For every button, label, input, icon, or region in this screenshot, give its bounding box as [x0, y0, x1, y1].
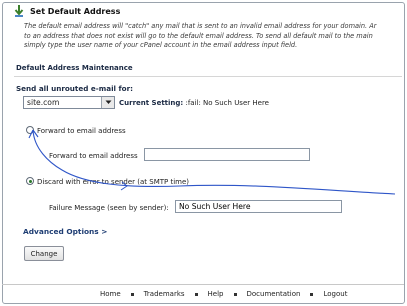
footer-separator — [233, 292, 237, 296]
footer-link-documentation[interactable]: Documentation — [247, 290, 301, 298]
page-header: Set Default Address — [14, 2, 120, 20]
failure-message-input[interactable] — [175, 200, 342, 213]
forward-option-label[interactable]: Forward to email address — [37, 127, 126, 135]
footer-link-logout[interactable]: Logout — [323, 290, 347, 298]
discard-radio[interactable] — [26, 177, 34, 185]
footer-link-home[interactable]: Home — [100, 290, 121, 298]
description-line: simply type the user name of your cPanel… — [24, 41, 298, 50]
current-setting: Current Setting: :fail: No Such User Her… — [119, 99, 269, 107]
footer-nav: Home Trademarks Help Documentation Logou… — [100, 290, 347, 298]
forward-radio[interactable] — [26, 126, 34, 134]
chevron-right-icon: > — [101, 227, 108, 236]
change-button[interactable]: Change — [24, 246, 64, 261]
current-setting-label: Current Setting — [119, 99, 181, 107]
page-description: The default email address will "catch" a… — [24, 22, 404, 51]
footer-separator — [194, 292, 198, 296]
section-title: Default Address Maintenance — [16, 64, 133, 72]
footer-separator — [130, 292, 134, 296]
chevron-down-icon[interactable] — [101, 97, 114, 108]
domain-select-value: site.com — [27, 98, 60, 107]
domain-select[interactable]: site.com — [23, 96, 115, 109]
footer-separator — [310, 292, 314, 296]
footer-divider — [2, 284, 404, 285]
mail-download-icon — [14, 4, 24, 18]
send-unrouted-label: Send all unrouted e-mail for: — [16, 84, 133, 93]
advanced-options-label[interactable]: Advanced Options — [23, 227, 99, 236]
description-line: The default email address will "catch" a… — [24, 22, 377, 30]
discard-option-label[interactable]: Discard with error to sender (at SMTP ti… — [37, 178, 189, 186]
failure-message-label: Failure Message (seen by sender): — [49, 204, 169, 212]
current-setting-value: :fail: No Such User Here — [185, 99, 269, 107]
footer-link-trademarks[interactable]: Trademarks — [144, 290, 185, 298]
forward-email-input[interactable] — [144, 148, 310, 161]
description-line: to an address that does not exist will g… — [24, 31, 373, 40]
page-title: Set Default Address — [30, 6, 121, 16]
section-divider — [14, 76, 402, 77]
footer-link-help[interactable]: Help — [208, 290, 224, 298]
advanced-options-link[interactable]: Advanced Options > — [23, 227, 108, 236]
forward-field-label: Forward to email address — [49, 152, 138, 160]
